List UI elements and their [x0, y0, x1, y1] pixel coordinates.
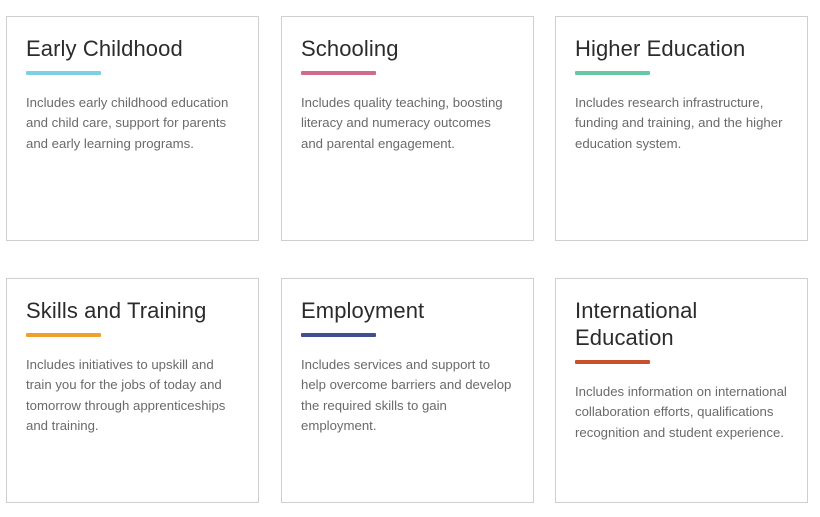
card-title: Skills and Training: [26, 298, 207, 323]
card-international-education[interactable]: International Education Includes informa…: [555, 278, 808, 503]
card-accent-bar: [26, 333, 101, 337]
card-title: Employment: [301, 298, 425, 323]
card-accent-bar: [575, 360, 650, 364]
card-skills-and-training[interactable]: Skills and Training Includes initiatives…: [6, 278, 259, 503]
card-accent-bar: [301, 71, 376, 75]
card-description: Includes early childhood education and c…: [26, 95, 229, 151]
card-higher-education[interactable]: Higher Education Includes research infra…: [555, 16, 808, 241]
card-accent-bar: [26, 71, 101, 75]
card-title: Schooling: [301, 36, 399, 61]
card-description: Includes initiatives to upskill and trai…: [26, 357, 226, 433]
card-employment[interactable]: Employment Includes services and support…: [281, 278, 534, 503]
card-description: Includes information on international co…: [575, 384, 787, 440]
card-early-childhood[interactable]: Early Childhood Includes early childhood…: [6, 16, 259, 241]
card-description: Includes research infrastructure, fundin…: [575, 95, 783, 151]
card-title: Higher Education: [575, 36, 746, 61]
card-title: Early Childhood: [26, 36, 183, 61]
card-accent-bar: [301, 333, 376, 337]
card-accent-bar: [575, 71, 650, 75]
card-schooling[interactable]: Schooling Includes quality teaching, boo…: [281, 16, 534, 241]
card-description: Includes quality teaching, boosting lite…: [301, 95, 503, 151]
card-description: Includes services and support to help ov…: [301, 357, 512, 433]
card-title: International Education: [575, 298, 698, 350]
